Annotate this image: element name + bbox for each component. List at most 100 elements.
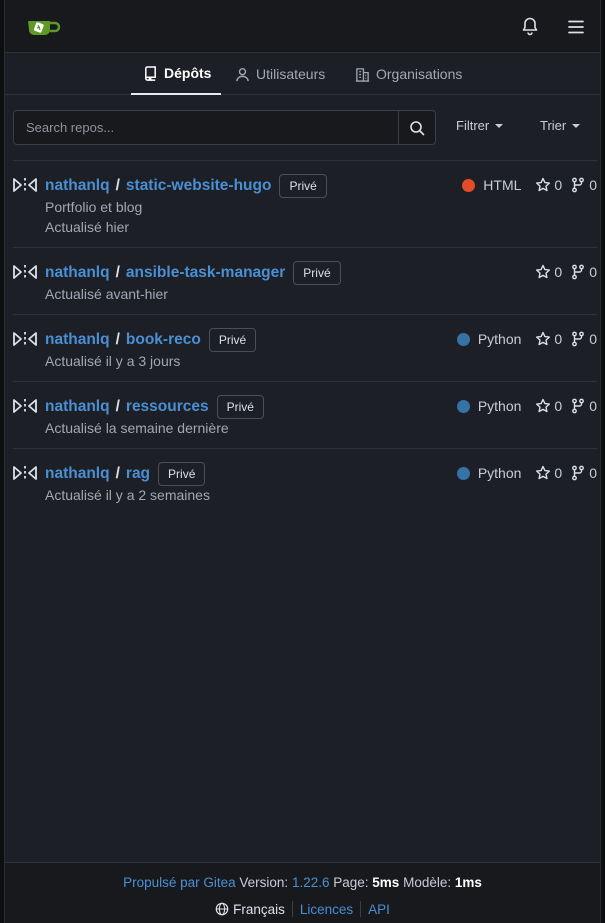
star-count: 0 xyxy=(554,177,563,193)
star-icon xyxy=(536,331,551,346)
repo-stars[interactable]: 0 xyxy=(535,398,562,414)
language-label: Python xyxy=(477,331,522,347)
language-label: Français xyxy=(233,901,285,917)
repo-owner-link[interactable]: nathanlq xyxy=(45,264,110,282)
repo-list-item: nathanlq / rag Privé Actualisé il y a 2 … xyxy=(13,448,597,515)
repo-name-link[interactable]: ressources xyxy=(126,398,209,416)
repo-stars[interactable]: 0 xyxy=(535,264,562,280)
fork-icon xyxy=(572,398,585,414)
mirror-repo-icon xyxy=(13,466,37,480)
tab-label: Dépôts xyxy=(164,65,212,81)
language-label: Python xyxy=(477,465,522,481)
star-icon xyxy=(536,465,551,480)
notification-bell-icon[interactable] xyxy=(520,16,540,36)
search-icon xyxy=(410,120,425,135)
caret-down-icon xyxy=(572,123,581,128)
version-link[interactable]: 1.22.6 xyxy=(292,875,330,890)
star-icon xyxy=(536,177,551,192)
visibility-badge: Privé xyxy=(279,174,327,198)
filter-dropdown[interactable]: Filtrer xyxy=(456,118,504,133)
globe-icon xyxy=(215,902,229,916)
repo-title: nathanlq / book-reco Privé xyxy=(45,328,257,352)
search-box xyxy=(13,110,436,145)
repo-forks[interactable]: 0 xyxy=(570,331,597,347)
tab-repositories[interactable]: Dépôts xyxy=(131,53,222,95)
search-button[interactable] xyxy=(398,111,435,144)
fork-icon xyxy=(572,331,585,347)
template-time-label: Modèle: xyxy=(403,875,452,890)
repo-forks[interactable]: 0 xyxy=(570,398,597,414)
visibility-badge: Privé xyxy=(158,462,206,486)
repo-owner-link[interactable]: nathanlq xyxy=(45,398,110,416)
search-input[interactable] xyxy=(14,111,398,144)
repo-owner-link[interactable]: nathanlq xyxy=(45,331,110,349)
repo-stars[interactable]: 0 xyxy=(535,177,562,193)
repo-meta: HTML 0 0 xyxy=(462,177,597,193)
page-time-label: Page: xyxy=(333,875,369,890)
template-time-value: 1ms xyxy=(454,875,482,890)
repo-icon xyxy=(145,65,156,81)
tab-users[interactable]: Utilisateurs xyxy=(235,53,325,95)
fork-count: 0 xyxy=(589,398,597,414)
repo-title: nathanlq / ressources Privé xyxy=(45,395,264,419)
visibility-badge: Privé xyxy=(216,395,264,419)
repo-name-link[interactable]: static-website-hugo xyxy=(126,177,272,195)
top-navbar xyxy=(5,0,600,53)
repo-forks[interactable]: 0 xyxy=(570,177,597,193)
repo-description: Portfolio et blog xyxy=(45,199,143,215)
repo-language: Python xyxy=(456,465,522,481)
repo-name-link[interactable]: book-reco xyxy=(126,331,201,349)
tab-organizations[interactable]: Organisations xyxy=(355,53,462,95)
repo-owner-link[interactable]: nathanlq xyxy=(45,465,110,483)
repo-language: Python xyxy=(456,331,522,347)
repo-updated-time: Actualisé il y a 3 jours xyxy=(45,353,181,369)
repo-meta: Python 0 0 xyxy=(456,398,597,414)
licenses-link[interactable]: Licences xyxy=(300,902,353,917)
repo-owner-link[interactable]: nathanlq xyxy=(45,177,110,195)
visibility-badge: Privé xyxy=(208,328,257,352)
sort-dropdown[interactable]: Trier xyxy=(540,118,581,133)
repo-list-item: nathanlq / ansible-task-manager Privé Ac… xyxy=(13,247,597,314)
repo-updated-time: Actualisé hier xyxy=(45,219,130,235)
gitea-logo[interactable] xyxy=(26,16,62,38)
repo-forks[interactable]: 0 xyxy=(570,465,597,481)
repo-forks[interactable]: 0 xyxy=(570,264,597,280)
divider xyxy=(360,901,362,917)
language-color-dot xyxy=(456,332,470,346)
language-color-dot xyxy=(456,399,470,413)
language-label: HTML xyxy=(483,177,522,193)
fork-icon xyxy=(572,465,585,481)
language-color-dot xyxy=(462,178,476,192)
repo-name-link[interactable]: ansible-task-manager xyxy=(126,264,285,282)
fork-count: 0 xyxy=(589,465,597,481)
repo-name-link[interactable]: rag xyxy=(126,465,150,483)
language-selector[interactable]: Français xyxy=(215,902,285,917)
path-separator: / xyxy=(115,177,120,194)
page-time-value: 5ms xyxy=(372,875,400,890)
repo-list-item: nathanlq / ressources Privé Actualisé la… xyxy=(13,381,597,448)
path-separator: / xyxy=(115,264,120,281)
repo-title: nathanlq / rag Privé xyxy=(45,462,206,486)
repo-title: nathanlq / ansible-task-manager Privé xyxy=(45,261,341,285)
repo-meta: 0 0 xyxy=(533,264,597,280)
repo-list-item: nathanlq / static-website-hugo Privé Por… xyxy=(13,160,597,247)
star-count: 0 xyxy=(554,465,563,481)
api-link[interactable]: API xyxy=(368,902,390,917)
star-count: 0 xyxy=(554,398,563,414)
person-icon xyxy=(236,67,249,81)
path-separator: / xyxy=(115,465,120,482)
sort-label: Trier xyxy=(540,118,567,133)
version-label: Version: xyxy=(239,875,289,890)
path-separator: / xyxy=(115,398,120,415)
repo-title: nathanlq / static-website-hugo Privé xyxy=(45,174,327,198)
star-count: 0 xyxy=(554,331,563,347)
repo-updated-time: Actualisé avant-hier xyxy=(45,286,168,302)
repo-stars[interactable]: 0 xyxy=(535,331,562,347)
powered-by-link[interactable]: Propulsé par Gitea xyxy=(123,875,236,890)
hamburger-menu-icon[interactable] xyxy=(566,17,586,37)
tab-label: Utilisateurs xyxy=(256,66,326,82)
repo-stars[interactable]: 0 xyxy=(535,465,562,481)
repo-meta: Python 0 0 xyxy=(456,331,597,347)
fork-icon xyxy=(572,177,585,193)
repo-list: nathanlq / static-website-hugo Privé Por… xyxy=(13,160,597,515)
